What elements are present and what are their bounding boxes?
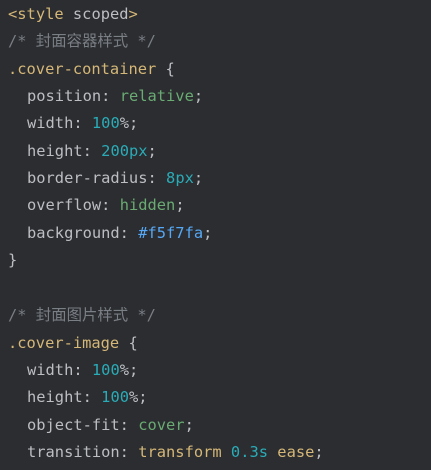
colon: : <box>73 361 83 379</box>
semicolon: ; <box>175 196 185 214</box>
code-line-9: background: #f5f7fa; <box>8 220 212 247</box>
css-number: 100 <box>91 361 120 379</box>
semicolon: ; <box>138 388 148 406</box>
open-brace: { <box>165 60 175 78</box>
css-unit: s <box>258 443 269 461</box>
css-value: relative <box>119 87 194 105</box>
tag-name: style <box>17 5 64 23</box>
css-unit: % <box>119 114 129 132</box>
css-unit: px <box>175 169 194 187</box>
colon: : <box>119 416 129 434</box>
colon: : <box>101 87 111 105</box>
css-property: object-fit <box>27 416 120 434</box>
semicolon: ; <box>129 114 139 132</box>
colon: : <box>119 443 129 461</box>
code-line-4: position: relative; <box>8 83 203 110</box>
css-property: position <box>27 87 102 105</box>
colon: : <box>147 169 157 187</box>
code-line-14: width: 100%; <box>8 357 138 384</box>
semicolon: ; <box>184 416 194 434</box>
css-value: hidden <box>119 196 176 214</box>
css-selector: .cover-container <box>8 60 157 78</box>
css-property: height <box>27 388 83 406</box>
css-timing-function: ease <box>277 443 315 461</box>
code-line-1: <style scoped> <box>8 1 138 28</box>
semicolon: ; <box>314 443 324 461</box>
semicolon: ; <box>147 142 157 160</box>
open-brace: { <box>128 334 138 352</box>
semicolon: ; <box>203 224 213 242</box>
tag-attribute: scoped <box>72 5 129 23</box>
code-line-3: .cover-container { <box>8 56 175 83</box>
css-number: 200 <box>101 142 129 160</box>
close-brace: } <box>8 251 18 269</box>
css-unit: px <box>128 142 148 160</box>
code-line-2: /* 封面容器样式 */ <box>8 28 156 55</box>
code-line-8: overflow: hidden; <box>8 192 185 219</box>
colon: : <box>119 224 129 242</box>
css-property: height <box>27 142 83 160</box>
css-number: 0.3 <box>230 443 259 461</box>
css-number: 8 <box>166 169 176 187</box>
css-property: width <box>27 114 74 132</box>
css-unit: % <box>119 361 129 379</box>
code-line-15: height: 100%; <box>8 384 148 411</box>
css-unit: % <box>128 388 139 406</box>
css-selector: .cover-image <box>8 334 120 352</box>
comment: /* 封面容器样式 */ <box>8 32 156 50</box>
code-line-13: .cover-image { <box>8 330 138 357</box>
semicolon: ; <box>193 169 204 187</box>
colon: : <box>73 114 83 132</box>
css-number: 100 <box>101 388 129 406</box>
css-value: transform <box>138 443 222 461</box>
css-property: border-radius <box>27 169 148 187</box>
code-line-5: width: 100%; <box>8 110 138 137</box>
semicolon: ; <box>129 361 139 379</box>
css-property: background <box>27 224 120 242</box>
colon: : <box>82 142 92 160</box>
colon: : <box>101 196 111 214</box>
semicolon: ; <box>193 87 204 105</box>
colon: : <box>82 388 92 406</box>
code-editor[interactable]: <style scoped> /* 封面容器样式 */ .cover-conta… <box>0 0 431 470</box>
code-line-16: object-fit: cover; <box>8 412 194 439</box>
css-property: overflow <box>27 196 102 214</box>
code-line-6: height: 200px; <box>8 138 157 165</box>
code-line-12: /* 封面图片样式 */ <box>8 302 156 329</box>
code-line-10: } <box>8 247 17 274</box>
css-hex-color: #f5f7fa <box>138 224 204 242</box>
css-number: 100 <box>91 114 120 132</box>
tag-close-bracket: > <box>128 5 138 23</box>
css-property: transition <box>27 443 120 461</box>
code-line-7: border-radius: 8px; <box>8 165 203 192</box>
tag-open-bracket: < <box>8 5 18 23</box>
comment: /* 封面图片样式 */ <box>8 306 156 324</box>
code-line-17: transition: transform 0.3s ease; <box>8 439 324 466</box>
css-value: cover <box>138 416 185 434</box>
css-property: width <box>27 361 74 379</box>
